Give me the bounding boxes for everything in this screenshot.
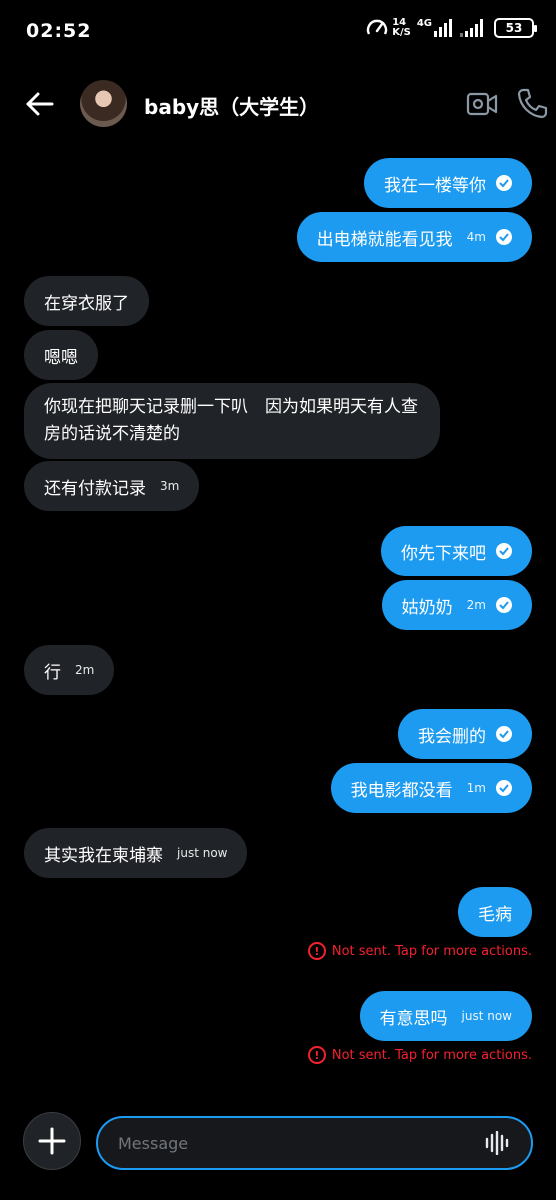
message-text: 姑奶奶 [401,597,453,618]
back-button[interactable] [24,88,56,120]
error-text: Not sent. Tap for more actions. [331,1047,532,1063]
message-text: 我电影都没看 [350,780,453,801]
signal-bars-2-icon [460,19,483,37]
contact-name[interactable]: baby思（大学生） [144,91,319,120]
message-text: 其实我在柬埔寨 [44,845,163,866]
video-camera-icon [466,92,498,116]
message-text: 毛病 [478,904,512,925]
check-circle-icon [496,726,512,742]
message-text: 我会删的 [418,726,486,747]
signal-bars-icon [434,19,452,37]
status-icons: 14 K/S 4G 53 [366,18,537,38]
message-bubble-received[interactable]: 在穿衣服了 [24,276,149,326]
plus-icon [38,1127,66,1155]
message-text: 出电梯就能看见我 [316,229,453,250]
phone-icon [517,88,548,119]
message-timestamp: just now [177,846,228,860]
message-bubble-received[interactable]: 行 2m [24,645,115,695]
message-timestamp: just now [461,1009,512,1023]
network-type: 4G [416,18,432,29]
message-bubble-received[interactable]: 你现在把聊天记录删一下叭 因为如果明天有人查房的话说不清楚的 [24,383,440,459]
voice-message-button[interactable] [485,1130,511,1156]
message-text: 你现在把聊天记录删一下叭 因为如果明天有人查房的话说不清楚的 [44,397,418,444]
arrow-left-icon [26,92,54,116]
message-timestamp: 3m [160,479,180,493]
message-text: 嗯嗯 [44,347,78,368]
send-error[interactable]: ! Not sent. Tap for more actions. [307,1046,532,1064]
video-call-button[interactable] [466,90,498,118]
dm-screen: 02:52 14 K/S 4G 53 baby思（大学生） 我在一楼等你 出电梯… [0,0,556,1200]
speed-unit: K/S [392,27,411,38]
check-circle-icon [496,780,512,796]
message-bubble-received[interactable]: 嗯嗯 [24,330,98,380]
message-text: 你先下来吧 [401,543,486,564]
send-error[interactable]: ! Not sent. Tap for more actions. [307,942,532,960]
check-circle-icon [496,175,512,191]
message-composer[interactable] [96,1116,533,1170]
message-text: 我在一楼等你 [384,175,486,196]
message-timestamp: 4m [466,230,486,244]
check-circle-icon [496,597,512,613]
speedometer-icon [367,19,388,35]
message-bubble-failed[interactable]: 毛病 [458,887,532,937]
network-speed: 14 K/S [366,18,411,38]
message-bubble-sent[interactable]: 出电梯就能看见我 4m [296,212,532,262]
signal-1: 4G [416,18,454,37]
message-bubble-failed[interactable]: 有意思吗 just now [359,991,532,1041]
message-text: 在穿衣服了 [44,293,129,314]
message-bubble-received[interactable]: 还有付款记录 3m [24,461,200,511]
message-text: 有意思吗 [379,1008,448,1029]
status-bar: 02:52 14 K/S 4G 53 [0,0,556,64]
message-input[interactable] [118,1118,478,1168]
contact-avatar[interactable] [80,80,127,127]
battery-indicator: 53 [494,18,537,38]
error-icon: ! [307,942,326,960]
voice-call-button[interactable] [516,87,548,119]
message-bubble-sent[interactable]: 我会删的 [398,709,532,759]
message-timestamp: 2m [75,663,95,677]
message-text: 还有付款记录 [44,478,146,499]
waveform-icon [485,1130,509,1156]
message-bubble-sent[interactable]: 我在一楼等你 [364,158,532,208]
message-timestamp: 2m [466,598,486,612]
message-bubble-received[interactable]: 其实我在柬埔寨 just now [24,828,248,878]
error-icon: ! [307,1046,326,1064]
message-timestamp: 1m [466,781,486,795]
status-time: 02:52 [26,20,92,42]
message-bubble-sent[interactable]: 我电影都没看 1m [330,763,532,813]
check-circle-icon [496,229,512,245]
check-circle-icon [496,543,512,559]
message-text: 行 [44,662,61,683]
message-bubble-sent[interactable]: 姑奶奶 2m [381,580,532,630]
add-media-button[interactable] [23,1112,81,1170]
error-text: Not sent. Tap for more actions. [331,943,532,959]
message-bubble-sent[interactable]: 你先下来吧 [381,526,532,576]
conversation-header: baby思（大学生） [0,70,556,136]
